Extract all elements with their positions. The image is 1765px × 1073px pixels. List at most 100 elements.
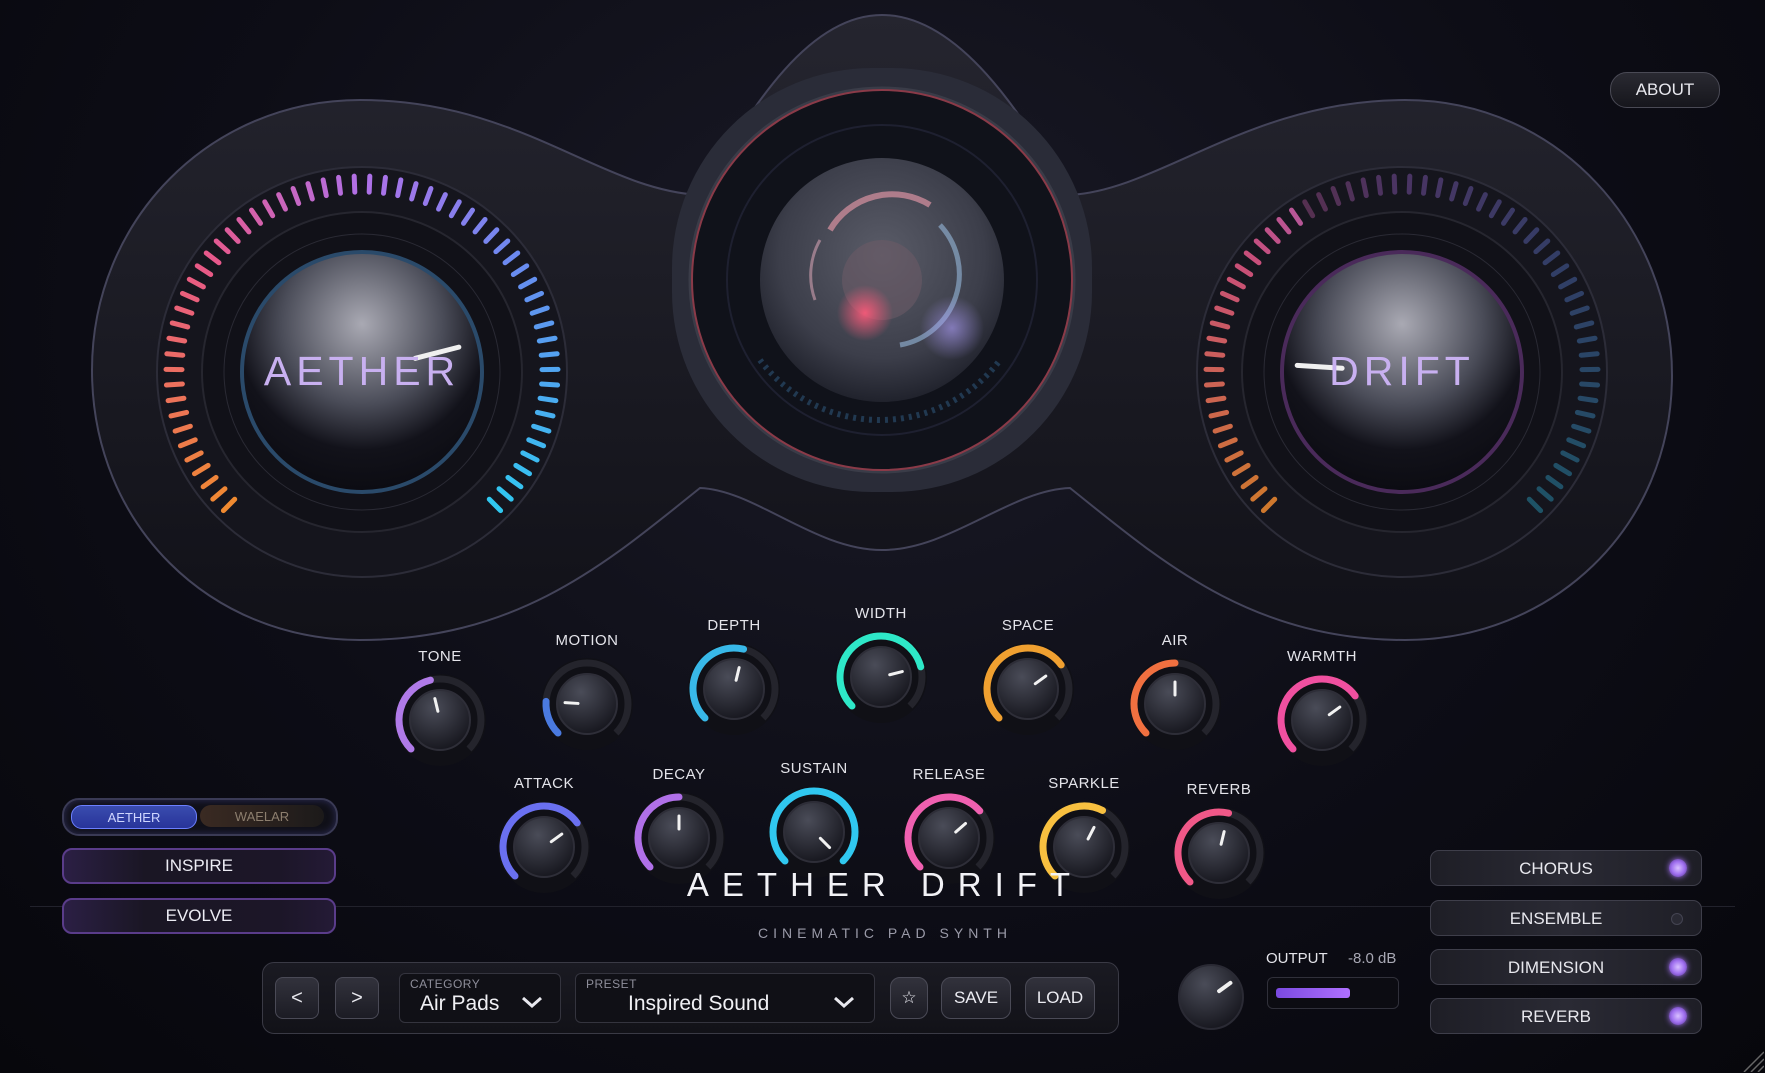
chevron-down-icon	[522, 996, 542, 1009]
output-knob[interactable]	[1176, 962, 1246, 1032]
knob-dial[interactable]	[494, 797, 594, 897]
next-preset-button[interactable]: >	[335, 977, 379, 1019]
macro-ring-tick	[1205, 395, 1227, 404]
fx-led-icon	[1669, 859, 1687, 877]
macro-ring-tick	[538, 351, 560, 358]
inspire-button[interactable]: INSPIRE	[62, 848, 336, 884]
macro-ring-tick	[1391, 173, 1398, 195]
macro-ring-tick	[351, 173, 358, 195]
preset-select[interactable]: PRESET Inspired Sound	[575, 973, 875, 1023]
macro-ring-tick	[165, 395, 187, 404]
output-db: -8.0 dB	[1348, 950, 1397, 967]
knob-label: MOTION	[555, 632, 619, 649]
knob-dial[interactable]	[537, 654, 637, 754]
knob-label: AIR	[1161, 632, 1189, 649]
mode-option-aether[interactable]: AETHER	[71, 805, 197, 829]
center-visualizer	[672, 68, 1092, 492]
knob-dial[interactable]	[684, 639, 784, 739]
fx-label: DIMENSION	[1507, 958, 1605, 977]
knob-reverb[interactable]: REVERB	[1159, 781, 1279, 931]
knob-label: DEPTH	[707, 617, 761, 634]
app-title: AETHER DRIFT	[686, 866, 1084, 903]
macro-ring-tick	[1577, 395, 1599, 404]
macro-ring-tick	[539, 381, 561, 388]
fx-led-icon	[1671, 913, 1683, 925]
macro-ring-tick	[1579, 381, 1601, 388]
knob-dial[interactable]	[1125, 654, 1225, 754]
app-subtitle: CINEMATIC PAD SYNTH	[758, 925, 1012, 941]
knob-depth[interactable]: DEPTH	[674, 617, 794, 767]
knob-attack[interactable]: ATTACK	[484, 775, 604, 925]
macro-ring-tick	[1435, 177, 1444, 199]
chevron-down-icon	[834, 996, 854, 1009]
macro-ring-tick	[166, 335, 188, 344]
fx-label: CHORUS	[1519, 859, 1593, 878]
knob-label: WARMTH	[1287, 648, 1357, 665]
knob-label: ATTACK	[514, 775, 574, 792]
aether-macro-label[interactable]: AETHER	[262, 348, 462, 395]
preset-bar: < > CATEGORY Air Pads PRESET Inspired So…	[262, 962, 1119, 1034]
knob-dial[interactable]	[831, 627, 931, 727]
macro-ring-tick	[395, 177, 404, 199]
load-button[interactable]: LOAD	[1025, 977, 1095, 1019]
macro-ring-tick	[1421, 174, 1428, 196]
fx-led-icon	[1669, 958, 1687, 976]
macro-ring-tick	[1204, 351, 1226, 358]
preset-value: Inspired Sound	[628, 992, 770, 1015]
fx-button-chorus[interactable]: CHORUS	[1430, 850, 1702, 886]
macro-ring-tick	[1578, 351, 1600, 358]
category-select[interactable]: CATEGORY Air Pads	[399, 973, 561, 1023]
category-value: Air Pads	[420, 992, 500, 1015]
macro-ring-tick	[164, 351, 186, 358]
knob-air[interactable]: AIR	[1115, 632, 1235, 782]
preset-caption: PRESET	[586, 977, 638, 991]
fx-led-icon	[1669, 1007, 1687, 1025]
macro-ring-tick	[1203, 381, 1225, 388]
knob-label: DECAY	[652, 766, 706, 783]
knob-label: SUSTAIN	[780, 760, 848, 777]
resize-grip-icon[interactable]	[1740, 1048, 1764, 1072]
macro-ring-tick	[1208, 409, 1230, 419]
evolve-button[interactable]: EVOLVE	[62, 898, 336, 934]
macro-ring-tick	[336, 174, 343, 196]
favorite-star-icon[interactable]: ☆	[890, 977, 928, 1019]
macro-ring-tick	[1574, 409, 1596, 419]
macro-ring-tick	[536, 335, 558, 344]
knob-label: TONE	[418, 648, 462, 665]
knob-motion[interactable]: MOTION	[527, 632, 647, 782]
knob-width[interactable]: WIDTH	[821, 605, 941, 755]
save-button[interactable]: SAVE	[941, 977, 1011, 1019]
macro-ring-tick	[168, 409, 190, 419]
fx-button-ensemble[interactable]: ENSEMBLE	[1430, 900, 1702, 936]
knob-dial[interactable]	[1169, 803, 1269, 903]
macro-ring-tick	[1360, 177, 1369, 199]
knob-pointer	[563, 701, 580, 705]
fx-button-reverb[interactable]: REVERB	[1430, 998, 1702, 1034]
macro-ring-tick	[366, 173, 373, 195]
knob-tone[interactable]: TONE	[380, 648, 500, 798]
output-meter-fill	[1276, 988, 1351, 998]
macro-ring-tick	[1406, 173, 1413, 195]
fx-button-dimension[interactable]: DIMENSION	[1430, 949, 1702, 985]
macro-ring-tick	[320, 177, 329, 199]
macro-ring-tick	[1206, 335, 1228, 344]
prev-preset-button[interactable]: <	[275, 977, 319, 1019]
knob-dial[interactable]	[978, 639, 1078, 739]
knob-dial[interactable]	[390, 670, 490, 770]
macro-ring-tick	[1376, 174, 1383, 196]
knob-warmth[interactable]: WARMTH	[1262, 648, 1382, 798]
knob-label: REVERB	[1186, 781, 1252, 798]
about-button[interactable]: ABOUT	[1610, 72, 1720, 108]
fx-label: ENSEMBLE	[1509, 909, 1603, 928]
knob-dial[interactable]	[1272, 670, 1372, 770]
knob-space[interactable]: SPACE	[968, 617, 1088, 767]
fx-label: REVERB	[1521, 1007, 1591, 1026]
macro-ring-tick	[537, 395, 559, 404]
drift-macro-label[interactable]: DRIFT	[1302, 348, 1502, 395]
knob-label: SPACE	[1001, 617, 1055, 634]
output-label: OUTPUT	[1266, 950, 1328, 967]
output-meter	[1267, 977, 1399, 1009]
macro-ring-tick	[163, 381, 185, 388]
mode-option-waelar[interactable]: WAELAR	[200, 805, 324, 827]
knob-label: WIDTH	[855, 605, 907, 622]
